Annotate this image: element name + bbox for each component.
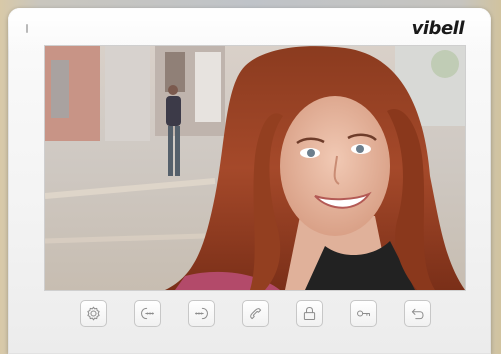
lock-icon: [303, 307, 316, 320]
settings-button[interactable]: [80, 300, 107, 327]
back-button[interactable]: [404, 300, 431, 327]
unlock-gate-button[interactable]: [350, 300, 377, 327]
handset-icon: [250, 308, 262, 320]
transfer-button[interactable]: [188, 300, 215, 327]
call-in-icon: [141, 307, 154, 320]
video-screen: [45, 46, 465, 290]
talk-button[interactable]: [242, 300, 269, 327]
key-icon: [357, 310, 370, 317]
return-icon: [411, 308, 424, 320]
status-led: [26, 24, 28, 33]
settings-icon: [87, 306, 100, 321]
unlock-door-button[interactable]: [296, 300, 323, 327]
control-button-row: [80, 300, 434, 330]
intercom-monitor: vibell: [8, 8, 491, 354]
camera-feed-image: [45, 46, 465, 290]
brand-logo: vibell: [411, 18, 465, 39]
call-out-icon: [195, 307, 208, 320]
monitor-button[interactable]: [134, 300, 161, 327]
